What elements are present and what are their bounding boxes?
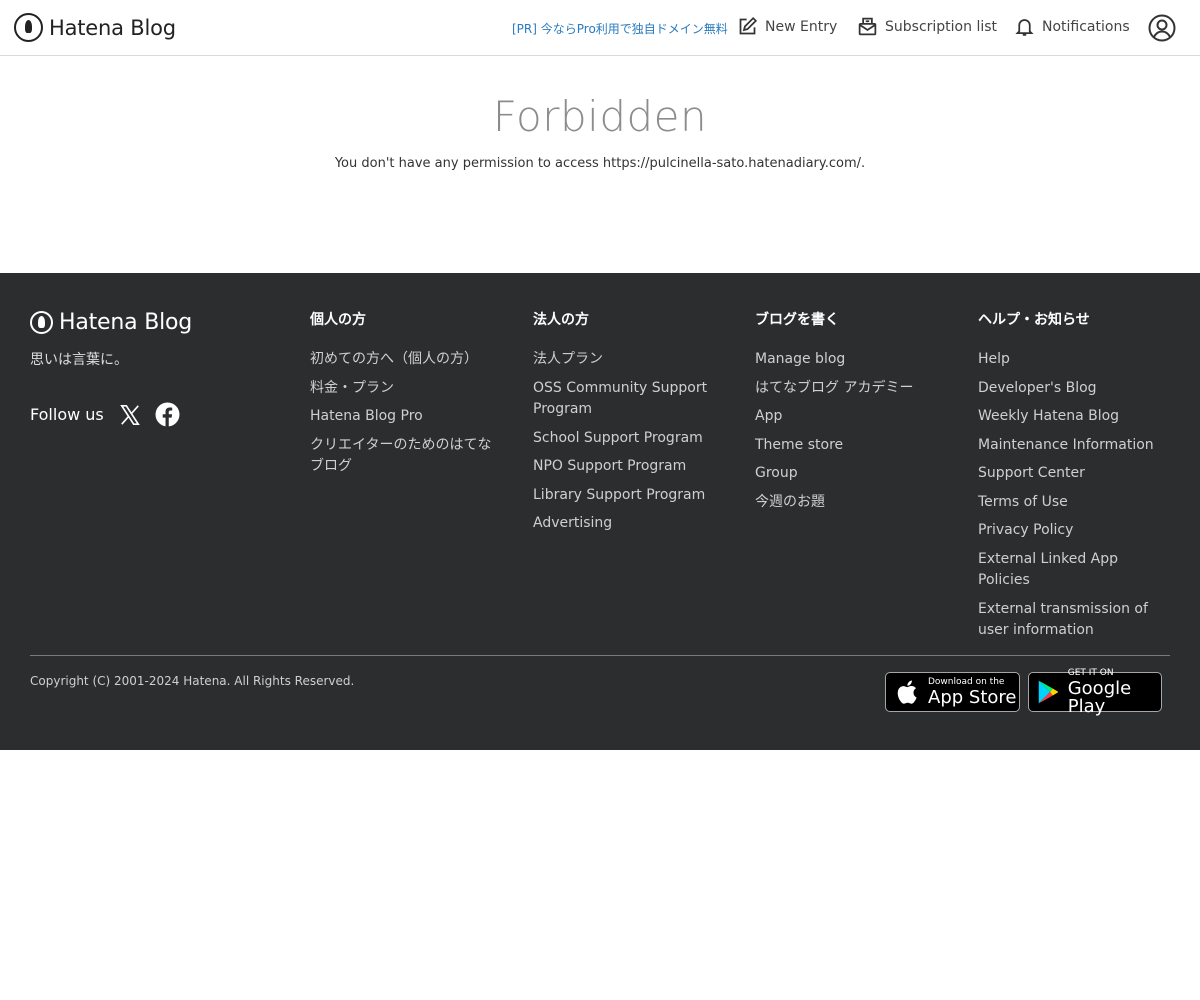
user-avatar-icon[interactable] [1148,14,1176,42]
facebook-icon[interactable] [155,402,180,427]
edit-icon [739,16,758,35]
footer-link[interactable]: Library Support Program [533,485,728,507]
footer-link[interactable]: External transmission of user informatio… [978,599,1173,642]
logo-text: Hatena Blog [49,15,176,40]
column-heading: 法人の方 [533,312,589,328]
tagline: 思いは言葉に。 [30,352,128,368]
app-store-big: App Store [928,686,1017,708]
footer-link[interactable]: Developer's Blog [978,378,1173,400]
column-heading: 個人の方 [310,312,366,328]
google-play-big: Google Play [1067,677,1132,717]
footer-link[interactable]: App [755,406,950,428]
footer-column-personal: 個人の方 初めての方へ（個人の方） 料金・プラン Hatena Blog Pro… [310,311,505,485]
footer-divider [30,655,1170,656]
column-heading: ヘルプ・お知らせ [978,312,1090,328]
footer-column-write-blog: ブログを書く Manage blog はてなブログ アカデミー App Them… [755,311,950,520]
subscription-list-label: Subscription list [885,18,997,35]
new-entry-label: New Entry [765,18,838,35]
footer-link[interactable]: NPO Support Program [533,456,728,478]
footer-link[interactable]: 法人プラン [533,349,728,371]
footer-link[interactable]: Help [978,349,1173,371]
footer-link[interactable]: Weekly Hatena Blog [978,406,1173,428]
google-play-text: GET IT ON Google Play [1067,667,1161,717]
footer-link[interactable]: Support Center [978,463,1173,485]
follow-us-label: Follow us [30,405,104,424]
footer-link[interactable]: Advertising [533,513,728,535]
footer-column-help: ヘルプ・お知らせ Help Developer's Blog Weekly Ha… [978,311,1173,649]
error-content: Forbidden You don't have any permission … [0,56,1200,273]
pr-custom-domain-link[interactable]: [PR] 今ならPro利用で独自ドメイン無料 [512,20,728,37]
subscription-icon [858,17,877,36]
subscription-list-button[interactable]: Subscription list [857,16,997,37]
app-store-badge[interactable]: Download on the App Store [885,672,1020,712]
column-heading: ブログを書く [755,312,839,328]
footer-link[interactable]: Hatena Blog Pro [310,406,505,428]
footer-link[interactable]: External Linked App Policies [978,549,1173,592]
footer-link[interactable]: はてなブログ アカデミー [755,378,950,400]
google-play-badge[interactable]: GET IT ON Google Play [1028,668,1162,715]
footer-link[interactable]: Group [755,463,950,485]
footer-link[interactable]: 初めての方へ（個人の方） [310,349,505,371]
google-play-icon [1038,680,1058,704]
app-store-small: Download on the [928,676,1005,687]
footer-link[interactable]: クリエイターのためのはてなブログ [310,435,505,478]
apple-icon [897,680,917,704]
footer-logo-text: Hatena Blog [59,310,193,335]
page-title: Forbidden [492,92,708,141]
footer-link[interactable]: Maintenance Information [978,435,1173,457]
footer-link[interactable]: OSS Community Support Program [533,378,728,421]
app-store-text: Download on the App Store [928,676,1017,708]
bell-icon [1015,19,1034,36]
footer-link[interactable]: Privacy Policy [978,520,1173,542]
footer-logo[interactable]: Hatena Blog [30,310,192,335]
x-icon[interactable] [119,404,141,426]
footer-link[interactable]: 料金・プラン [310,378,505,400]
global-header: Hatena Blog [PR] 今ならPro利用で独自ドメイン無料 New E… [0,0,1200,56]
error-message: You don't have any permission to access … [334,156,866,171]
notifications-label: Notifications [1042,19,1130,35]
footer-link[interactable]: Theme store [755,435,950,457]
hatena-pen-icon [14,13,43,42]
copyright: Copyright (C) 2001-2024 Hatena. All Righ… [30,674,355,688]
notifications-button[interactable]: Notifications [1014,16,1130,38]
new-entry-button[interactable]: New Entry [737,16,837,37]
google-play-small: GET IT ON [1067,667,1114,678]
footer-column-business: 法人の方 法人プラン OSS Community Support Program… [533,311,728,542]
footer-link[interactable]: School Support Program [533,428,728,450]
footer-link[interactable]: Manage blog [755,349,950,371]
footer-link[interactable]: 今週のお題 [755,492,950,514]
footer-link[interactable]: Terms of Use [978,492,1173,514]
hatena-pen-icon [30,311,53,334]
global-footer: Hatena Blog 思いは言葉に。 Follow us 個人の方 初めての方… [0,273,1200,750]
hatena-blog-logo[interactable]: Hatena Blog [14,13,176,42]
follow-us: Follow us [30,402,194,427]
